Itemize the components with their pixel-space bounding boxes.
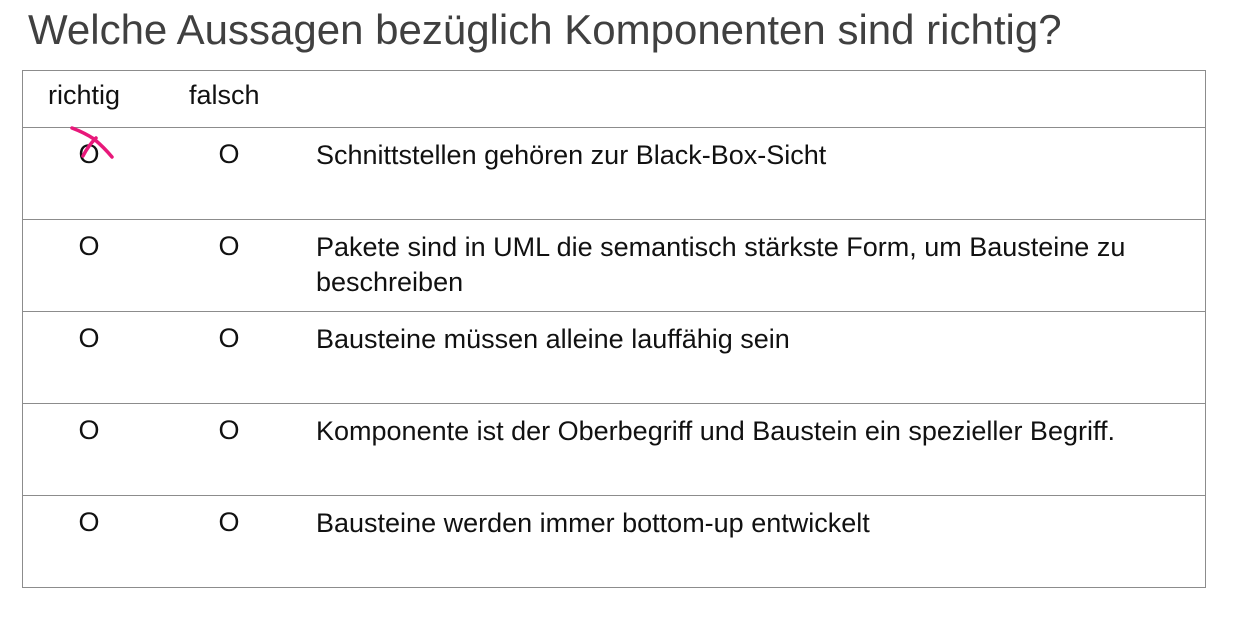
statement-row-5: O O Bausteine werden immer bottom-up ent…	[23, 496, 1205, 588]
statement-row-4: O O Komponente ist der Oberbegriff und B…	[23, 404, 1205, 496]
statement-text-3: Bausteine müssen alleine lauffähig sein	[316, 324, 790, 354]
handwritten-check-mark	[70, 126, 114, 159]
statement-row-1: O O Schnittstellen gehören zur Black-Box…	[23, 126, 1205, 220]
option-falsch-4[interactable]: O	[214, 414, 244, 446]
option-falsch-3[interactable]: O	[214, 322, 244, 354]
statement-text-4: Komponente ist der Oberbegriff und Baust…	[316, 416, 1115, 446]
statement-text-2: Pakete sind in UML die semantisch stärks…	[316, 232, 1126, 297]
option-richtig-2[interactable]: O	[74, 230, 104, 262]
header-row: richtig falsch	[23, 71, 1205, 128]
statement-row-3: O O Bausteine müssen alleine lauffähig s…	[23, 312, 1205, 404]
quiz-table: richtig falsch O O Schnittstellen gehöre…	[22, 70, 1206, 588]
header-falsch: falsch	[189, 80, 260, 110]
question-title: Welche Aussagen bezüglich Komponenten si…	[28, 6, 1062, 53]
option-richtig-4[interactable]: O	[74, 414, 104, 446]
option-richtig-5[interactable]: O	[74, 506, 104, 538]
statement-text-1: Schnittstellen gehören zur Black-Box-Sic…	[316, 140, 827, 170]
statement-text-5: Bausteine werden immer bottom-up entwick…	[316, 508, 870, 538]
option-falsch-1[interactable]: O	[214, 138, 244, 170]
option-falsch-5[interactable]: O	[214, 506, 244, 538]
option-falsch-2[interactable]: O	[214, 230, 244, 262]
option-richtig-3[interactable]: O	[74, 322, 104, 354]
header-richtig: richtig	[48, 80, 121, 110]
statement-row-2: O O Pakete sind in UML die semantisch st…	[23, 220, 1205, 312]
